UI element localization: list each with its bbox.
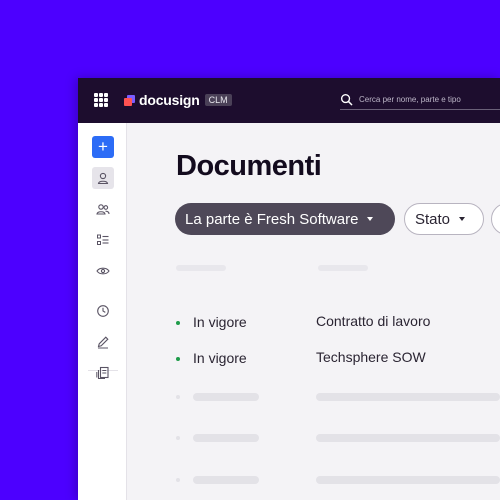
- top-bar: docusign CLM: [78, 78, 500, 123]
- sidebar-item-contacts[interactable]: [92, 198, 114, 220]
- row-status: In vigore: [193, 350, 247, 366]
- filter-status-label: Stato: [415, 210, 451, 228]
- app-launcher-icon[interactable]: [94, 93, 108, 107]
- status-dot-placeholder: [176, 478, 180, 482]
- plus-icon: +: [98, 137, 108, 156]
- sidebar-item-profile[interactable]: [92, 167, 114, 189]
- user-icon: [97, 172, 109, 185]
- column-header-placeholder: [176, 265, 226, 271]
- docusign-logo[interactable]: docusign CLM: [124, 91, 232, 109]
- sidebar-item-list[interactable]: [92, 229, 114, 251]
- chevron-down-icon: [459, 217, 466, 221]
- search-input[interactable]: [359, 94, 500, 104]
- filter-party-label: La parte è Fresh Software: [185, 210, 359, 228]
- row-status: In vigore: [193, 314, 247, 330]
- pen-icon: [97, 336, 109, 349]
- row-document-name[interactable]: Techsphere SOW: [316, 349, 426, 365]
- clock-icon: [97, 305, 109, 317]
- documents-icon: [96, 366, 109, 380]
- status-dot: [176, 357, 180, 361]
- status-dot: [176, 321, 180, 325]
- sidebar-item-history[interactable]: [92, 300, 114, 322]
- cell-placeholder: [193, 476, 259, 484]
- cell-placeholder: [316, 393, 500, 401]
- filter-more-chip[interactable]: [491, 203, 500, 235]
- cell-placeholder: [193, 434, 259, 442]
- sidebar-item-sign[interactable]: [92, 331, 114, 353]
- search-bar[interactable]: [340, 89, 500, 110]
- clm-badge: CLM: [204, 94, 232, 106]
- search-icon: [340, 93, 353, 105]
- list-icon: [97, 234, 109, 245]
- filter-status-chip[interactable]: Stato: [404, 203, 484, 235]
- status-dot-placeholder: [176, 395, 180, 399]
- column-header-placeholder: [318, 265, 368, 271]
- brand-name: docusign: [139, 92, 200, 108]
- page-title: Documenti: [176, 150, 322, 182]
- chevron-down-icon: [367, 217, 374, 221]
- filter-party-chip[interactable]: La parte è Fresh Software: [175, 203, 395, 235]
- eye-icon: [96, 267, 110, 275]
- users-icon: [96, 204, 110, 215]
- add-button[interactable]: +: [92, 136, 114, 158]
- sidebar: +: [78, 123, 127, 500]
- cell-placeholder: [316, 476, 500, 484]
- app-window: docusign CLM +: [78, 78, 500, 500]
- status-dot-placeholder: [176, 436, 180, 440]
- docusign-logo-mark: [124, 94, 135, 106]
- cell-placeholder: [316, 434, 500, 442]
- main-content: Documenti La parte è Fresh Software Stat…: [126, 123, 500, 500]
- sidebar-item-view[interactable]: [92, 260, 114, 282]
- sidebar-item-documents[interactable]: [92, 362, 114, 384]
- cell-placeholder: [193, 393, 259, 401]
- row-document-name[interactable]: Contratto di lavoro: [316, 313, 430, 329]
